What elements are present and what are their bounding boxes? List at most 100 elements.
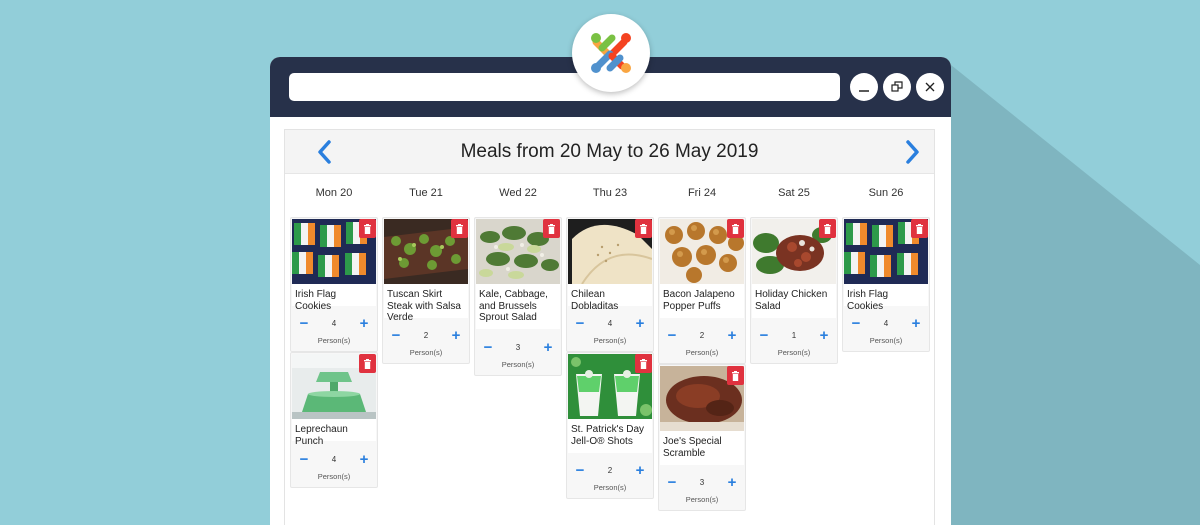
meal-name: Kale, Cabbage, and Brussels Sprout Salad [476,284,560,329]
persons-count: 4 [607,319,613,328]
trash-icon [364,223,371,234]
meal-card[interactable]: Chilean Dobladitas − 4 + Person(s) [566,217,654,352]
meal-card[interactable]: Leprechaun Punch − 4 + Person(s) [290,352,378,488]
day-header-sat: Sat 25 [778,187,810,199]
meal-card[interactable]: Irish Flag Cookies − 4 + Person(s) [290,217,378,352]
trash-icon [456,223,463,234]
persons-stepper: − 4 + [291,452,377,468]
trash-icon [548,223,555,234]
decrease-persons-button[interactable]: − [573,316,587,332]
persons-label: Person(s) [501,360,535,369]
increase-persons-button[interactable]: + [817,328,831,344]
close-button[interactable] [916,73,944,101]
trash-icon [640,358,647,369]
persons-label: Person(s) [593,336,627,345]
delete-meal-button[interactable] [727,219,744,238]
decrease-persons-button[interactable]: − [297,316,311,332]
meal-name: Leprechaun Punch [292,419,376,447]
day-header-fri: Fri 24 [687,187,717,199]
trash-icon [364,358,371,369]
increase-persons-button[interactable]: + [633,463,647,479]
joomla-logo [572,14,650,92]
meal-card[interactable]: Kale, Cabbage, and Brussels Sprout Salad… [474,217,562,376]
delete-meal-button[interactable] [359,354,376,373]
delete-meal-button[interactable] [819,219,836,238]
meal-name: Irish Flag Cookies [292,284,376,312]
meal-card[interactable]: Joe's Special Scramble − 3 + Person(s) [658,364,746,511]
persons-stepper: − 1 + [751,328,837,344]
increase-persons-button[interactable]: + [357,452,371,468]
address-bar[interactable] [289,73,840,101]
trash-icon [824,223,831,234]
minimize-button[interactable] [850,73,878,101]
decrease-persons-button[interactable]: − [297,452,311,468]
persons-label: Person(s) [869,336,903,345]
meal-name: St. Patrick's Day Jell-O® Shots [568,419,652,453]
trash-icon [640,223,647,234]
decrease-persons-button[interactable]: − [665,475,679,491]
close-icon [925,82,935,92]
persons-label: Person(s) [685,348,719,357]
chevron-right-icon [906,140,919,164]
decrease-persons-button[interactable]: − [481,340,495,356]
meal-name: Chilean Dobladitas [568,284,652,312]
decrease-persons-button[interactable]: − [757,328,771,344]
persons-stepper: − 4 + [567,316,653,332]
delete-meal-button[interactable] [635,354,652,373]
restore-button[interactable] [883,73,911,101]
increase-persons-button[interactable]: + [541,340,555,356]
persons-stepper: − 2 + [659,328,745,344]
next-week-button[interactable] [900,138,926,166]
persons-label: Person(s) [317,472,351,481]
increase-persons-button[interactable]: + [633,316,647,332]
persons-stepper: − 4 + [291,316,377,332]
delete-meal-button[interactable] [911,219,928,238]
persons-count: 2 [423,331,429,340]
previous-week-button[interactable] [311,138,337,166]
delete-meal-button[interactable] [727,366,744,385]
delete-meal-button[interactable] [635,219,652,238]
persons-label: Person(s) [593,483,627,492]
increase-persons-button[interactable]: + [725,475,739,491]
decrease-persons-button[interactable]: − [389,328,403,344]
persons-count: 3 [699,478,705,487]
decrease-persons-button[interactable]: − [849,316,863,332]
persons-count: 4 [331,319,337,328]
persons-stepper: − 3 + [659,475,745,491]
day-header-tue: Tue 21 [409,187,443,199]
day-header-wed: Wed 22 [499,187,537,199]
decrease-persons-button[interactable]: − [573,463,587,479]
restore-icon [891,81,903,92]
delete-meal-button[interactable] [451,219,468,238]
increase-persons-button[interactable]: + [357,316,371,332]
persons-label: Person(s) [777,348,811,357]
persons-label: Person(s) [317,336,351,345]
meal-name: Tuscan Skirt Steak with Salsa Verde [384,284,468,323]
persons-count: 4 [883,319,889,328]
persons-count: 4 [331,455,337,464]
planner-header: Meals from 20 May to 26 May 2019 [285,130,934,174]
increase-persons-button[interactable]: + [725,328,739,344]
chevron-left-icon [318,140,331,164]
persons-count: 1 [791,331,797,340]
persons-stepper: − 3 + [475,340,561,356]
meal-card[interactable]: Holiday Chicken Salad − 1 + Person(s) [750,217,838,364]
persons-label: Person(s) [409,348,443,357]
day-header-mon: Mon 20 [315,187,353,199]
trash-icon [732,370,739,381]
delete-meal-button[interactable] [543,219,560,238]
increase-persons-button[interactable]: + [449,328,463,344]
meal-card[interactable]: Tuscan Skirt Steak with Salsa Verde − 2 … [382,217,470,364]
trash-icon [732,223,739,234]
minimize-icon [859,90,869,92]
delete-meal-button[interactable] [359,219,376,238]
persons-stepper: − 2 + [567,463,653,479]
decrease-persons-button[interactable]: − [665,328,679,344]
persons-stepper: − 2 + [383,328,469,344]
meal-planner: Meals from 20 May to 26 May 2019 Mon 20 … [284,129,935,525]
meal-card[interactable]: St. Patrick's Day Jell-O® Shots − 2 + Pe… [566,352,654,499]
increase-persons-button[interactable]: + [909,316,923,332]
meal-card[interactable]: Bacon Jalapeno Popper Puffs − 2 + Person… [658,217,746,364]
joomla-logo-icon [591,33,631,73]
meal-card[interactable]: Irish Flag Cookies − 4 + Person(s) [842,217,930,352]
